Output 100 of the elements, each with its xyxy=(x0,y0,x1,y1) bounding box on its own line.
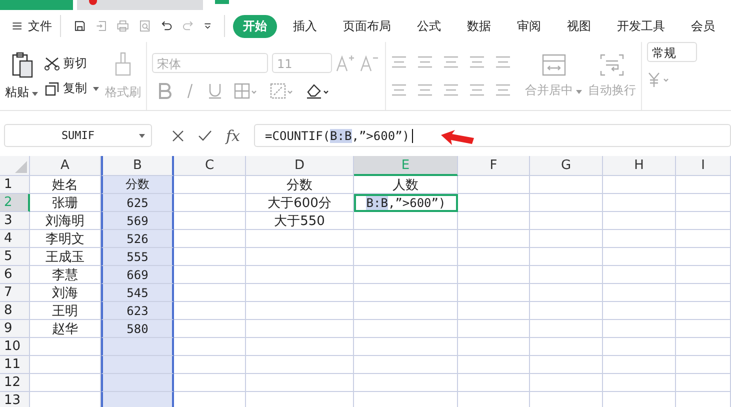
ribbon-tab[interactable]: 页面布局 xyxy=(333,14,402,38)
ribbon-tab[interactable]: 会员 xyxy=(681,14,726,38)
table-cell: 人数 xyxy=(354,176,458,194)
select-all-corner[interactable] xyxy=(0,156,30,176)
table-cell: 分数 xyxy=(101,176,174,194)
table-cell xyxy=(676,230,731,248)
check-icon[interactable] xyxy=(198,130,212,142)
column-header[interactable]: C xyxy=(174,156,246,176)
column-header[interactable]: H xyxy=(603,156,676,176)
column-header[interactable]: I xyxy=(676,156,731,176)
caret-icon xyxy=(32,92,38,96)
table-cell xyxy=(174,302,246,320)
row-header[interactable]: 13 xyxy=(0,392,30,407)
table-cell xyxy=(458,248,530,266)
cancel-icon[interactable] xyxy=(172,130,184,142)
name-box[interactable]: SUMIF xyxy=(4,124,152,147)
table-cell xyxy=(174,374,246,392)
arrow-icon xyxy=(440,129,476,147)
table-cell xyxy=(458,284,530,302)
table-cell xyxy=(458,356,530,374)
row-header[interactable]: 11 xyxy=(0,356,30,374)
export-icon[interactable] xyxy=(96,18,108,34)
row-header[interactable]: 8 xyxy=(0,302,30,320)
table-cell: 669 xyxy=(101,266,174,284)
bold-icon[interactable] xyxy=(158,83,172,99)
table-cell xyxy=(174,194,246,212)
table-cell xyxy=(676,338,731,356)
copy-button[interactable]: 复制 xyxy=(44,80,99,97)
formula-field[interactable]: =COUNTIF(B:B,”>600”) xyxy=(254,124,731,147)
row-header[interactable]: 1 xyxy=(0,176,30,194)
row-header[interactable]: 3 xyxy=(0,212,30,230)
table-cell xyxy=(676,284,731,302)
table-cell: 大于600分 xyxy=(246,194,354,212)
row-header[interactable]: 4 xyxy=(0,230,30,248)
print-icon[interactable] xyxy=(117,18,129,34)
ribbon-tab[interactable]: 公式 xyxy=(407,14,452,38)
table-cell: 569 xyxy=(101,212,174,230)
table-cell: 625 xyxy=(101,194,174,212)
shrink-font-icon[interactable] xyxy=(360,54,380,72)
column-header[interactable]: F xyxy=(458,156,530,176)
column-header[interactable]: A xyxy=(30,156,101,176)
scissors-icon xyxy=(44,56,60,70)
wrap-text-icon[interactable] xyxy=(600,54,624,76)
row-header[interactable]: 10 xyxy=(0,338,30,356)
brush-icon[interactable] xyxy=(114,52,132,78)
dropdown-icon[interactable] xyxy=(204,21,212,31)
merge-icon[interactable] xyxy=(542,54,566,76)
file-menu[interactable]: 文件 xyxy=(28,18,52,34)
table-cell xyxy=(174,212,246,230)
eraser-icon[interactable] xyxy=(306,83,330,99)
table-cell xyxy=(458,194,530,212)
row-header[interactable]: 9 xyxy=(0,320,30,338)
currency-icon[interactable] xyxy=(647,72,671,88)
menu-icon[interactable] xyxy=(12,20,22,32)
table-cell xyxy=(458,338,530,356)
table-cell xyxy=(174,266,246,284)
active-cell[interactable]: B:B,”>600”) xyxy=(354,194,458,212)
table-cell: 大于550 xyxy=(246,212,354,230)
column-header[interactable]: B xyxy=(101,156,174,176)
ribbon-tab[interactable]: 数据 xyxy=(457,14,502,38)
row-header[interactable]: 5 xyxy=(0,248,30,266)
table-cell xyxy=(676,212,731,230)
table-cell xyxy=(174,320,246,338)
table-cell xyxy=(676,194,731,212)
table-cell xyxy=(458,302,530,320)
clipboard-icon[interactable] xyxy=(10,52,32,78)
preview-icon[interactable] xyxy=(138,18,151,34)
corner-triangle-icon xyxy=(15,161,27,173)
cut-button[interactable]: 剪切 xyxy=(44,55,99,72)
table-cell xyxy=(174,338,246,356)
ribbon-tab[interactable]: 视图 xyxy=(557,14,602,38)
ribbon-tab[interactable]: 审阅 xyxy=(507,14,552,38)
table-cell: 623 xyxy=(101,302,174,320)
underline-icon[interactable] xyxy=(208,83,222,99)
insert-function-button[interactable]: fx xyxy=(226,126,240,144)
column-header[interactable]: D xyxy=(246,156,354,176)
table-cell xyxy=(174,248,246,266)
table-cell: 555 xyxy=(101,248,174,266)
save-icon[interactable] xyxy=(74,18,86,34)
table-cell xyxy=(676,266,731,284)
number-format-field[interactable]: 常规 xyxy=(647,42,697,62)
table-cell: 580 xyxy=(101,320,174,338)
row-header[interactable]: 12 xyxy=(0,374,30,392)
row-header[interactable]: 6 xyxy=(0,266,30,284)
grow-font-icon[interactable] xyxy=(336,54,356,72)
table-cell xyxy=(174,284,246,302)
copy-icon xyxy=(44,82,60,96)
fill-color-icon[interactable] xyxy=(270,83,294,99)
border-icon[interactable] xyxy=(234,83,258,99)
table-cell xyxy=(174,356,246,374)
ribbon-tab[interactable]: 插入 xyxy=(283,14,328,38)
table-cell xyxy=(458,230,530,248)
row-header[interactable]: 7 xyxy=(0,284,30,302)
table-cell xyxy=(458,212,530,230)
paste-button[interactable]: 粘贴 xyxy=(5,84,38,100)
ribbon-tab[interactable]: 开发工具 xyxy=(607,14,676,38)
table-cell xyxy=(676,302,731,320)
table-cell xyxy=(676,356,731,374)
column-header[interactable]: G xyxy=(530,156,603,176)
table-cell: 545 xyxy=(101,284,174,302)
